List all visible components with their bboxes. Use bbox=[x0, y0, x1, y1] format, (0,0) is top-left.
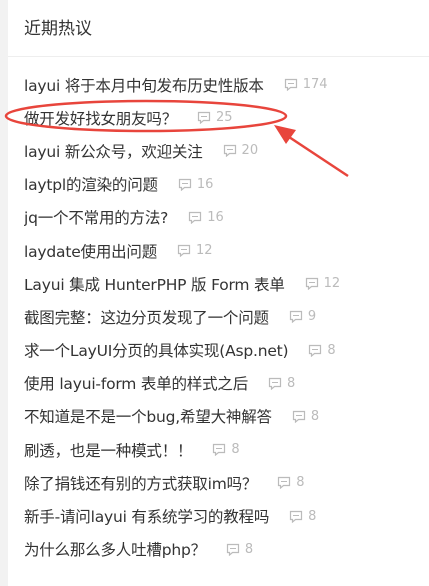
panel-title: 近期热议 bbox=[8, 0, 429, 57]
hot-topic-item: 新手-请问layui 有系统学习的教程吗 8 bbox=[24, 499, 424, 532]
hot-topic-title[interactable]: layui 将于本月中旬发布历史性版本 bbox=[24, 74, 264, 96]
hot-topic-item: 使用 layui-form 表单的样式之后 8 bbox=[24, 367, 424, 400]
comment-icon bbox=[289, 510, 308, 523]
comment-count-value: 8 bbox=[296, 475, 305, 491]
comment-icon bbox=[177, 244, 196, 258]
hot-topic-item: layui 新公众号，欢迎关注 20 bbox=[24, 134, 424, 167]
hot-topic-item: jq一个不常用的方法? 16 bbox=[24, 201, 424, 234]
hot-topic-title[interactable]: 截图完整：这边分页发现了一个问题 bbox=[24, 306, 269, 328]
comment-icon bbox=[223, 144, 242, 158]
comment-count-value: 8 bbox=[310, 408, 320, 424]
comment-count: 12 bbox=[305, 276, 341, 292]
hot-topic-item: 求一个LayUI分页的具体实现(Asp.net) 8 bbox=[24, 334, 424, 367]
comment-count: 8 bbox=[277, 475, 305, 491]
hot-topic-title[interactable]: 不知道是不是一个bug,希望大神解答 bbox=[24, 405, 272, 427]
hot-topic-title[interactable]: 刷透，也是一种模式！！ bbox=[24, 439, 192, 461]
comment-icon bbox=[277, 476, 296, 490]
comment-count-value: 8 bbox=[327, 342, 336, 358]
comment-count-value: 12 bbox=[196, 243, 213, 259]
comment-count: 20 bbox=[223, 143, 259, 159]
comment-count-value: 174 bbox=[302, 77, 328, 93]
comment-count: 8 bbox=[212, 442, 240, 458]
comment-count-value: 8 bbox=[231, 442, 240, 458]
comment-icon bbox=[305, 277, 324, 291]
comment-count-value: 12 bbox=[323, 276, 341, 292]
comment-count-value: 8 bbox=[287, 375, 296, 391]
comment-icon bbox=[284, 78, 303, 92]
comment-icon bbox=[268, 377, 287, 390]
comment-count: 16 bbox=[178, 176, 214, 192]
hot-topic-title[interactable]: laytpl的渲染的问题 bbox=[24, 173, 158, 195]
comment-count: 12 bbox=[177, 243, 213, 258]
comment-count-value: 25 bbox=[216, 110, 233, 126]
comment-icon bbox=[178, 178, 197, 191]
comment-icon bbox=[197, 111, 216, 125]
hot-topic-title[interactable]: 新手-请问layui 有系统学习的教程吗 bbox=[24, 505, 269, 527]
comment-count: 16 bbox=[188, 210, 224, 225]
hot-topic-title[interactable]: Layui 集成 HunterPHP 版 Form 表单 bbox=[24, 273, 285, 295]
hot-topic-title[interactable]: layui 新公众号，欢迎关注 bbox=[24, 140, 203, 162]
hot-topic-item: 做开发好找女朋友吗？ 25 bbox=[24, 101, 424, 134]
hot-topic-title[interactable]: 求一个LayUI分页的具体实现(Asp.net) bbox=[24, 339, 288, 361]
hot-topic-title[interactable]: 做开发好找女朋友吗？ bbox=[24, 107, 177, 129]
hot-topic-item: 除了捐钱还有别的方式获取im吗？ 8 bbox=[24, 466, 424, 499]
hot-topic-item: 截图完整：这边分页发现了一个问题 9 bbox=[24, 300, 424, 333]
hot-topic-title[interactable]: 使用 layui-form 表单的样式之后 bbox=[24, 372, 248, 394]
comment-count-value: 16 bbox=[196, 176, 214, 192]
hot-topic-title[interactable]: jq一个不常用的方法? bbox=[24, 206, 168, 228]
hot-topics-panel: 近期热议 layui 将于本月中旬发布历史性版本 174 做开发好找女朋友吗？ 25 l… bbox=[8, 0, 429, 586]
comment-count: 9 bbox=[289, 309, 316, 324]
hot-topic-title[interactable]: 除了捐钱还有别的方式获取im吗？ bbox=[24, 472, 257, 494]
comment-count-value: 20 bbox=[241, 143, 259, 159]
comment-icon bbox=[212, 443, 231, 457]
comment-count: 8 bbox=[292, 409, 319, 424]
comment-count: 8 bbox=[308, 342, 336, 358]
hot-topics-list: layui 将于本月中旬发布历史性版本 174 做开发好找女朋友吗？ 25 layui … bbox=[24, 68, 424, 566]
comment-count: 8 bbox=[226, 542, 253, 557]
hot-topic-title[interactable]: laydate使用出问题 bbox=[24, 240, 157, 262]
comment-count: 25 bbox=[197, 110, 233, 125]
comment-count-value: 8 bbox=[308, 508, 317, 524]
hot-topic-item: layui 将于本月中旬发布历史性版本 174 bbox=[24, 68, 424, 101]
comment-count-value: 9 bbox=[307, 309, 317, 325]
comment-count: 8 bbox=[289, 509, 316, 524]
hot-topic-item: 刷透，也是一种模式！！ 8 bbox=[24, 433, 424, 466]
hot-topic-item: 不知道是不是一个bug,希望大神解答 8 bbox=[24, 400, 424, 433]
comment-count: 8 bbox=[268, 376, 295, 391]
comment-icon bbox=[289, 310, 308, 324]
hot-topic-item: 为什么那么多人吐槽php？ 8 bbox=[24, 533, 424, 566]
comment-count: 174 bbox=[284, 77, 328, 92]
hot-topic-item: laytpl的渲染的问题 16 bbox=[24, 168, 424, 201]
comment-icon bbox=[292, 410, 311, 423]
comment-icon bbox=[226, 543, 245, 556]
comment-count-value: 16 bbox=[207, 209, 224, 225]
hot-topic-title[interactable]: 为什么那么多人吐槽php？ bbox=[24, 538, 206, 560]
hot-topic-item: Layui 集成 HunterPHP 版 Form 表单 12 bbox=[24, 267, 424, 300]
hot-topic-item: laydate使用出问题 12 bbox=[24, 234, 424, 267]
comment-icon bbox=[308, 344, 327, 357]
comment-icon bbox=[188, 211, 207, 224]
comment-count-value: 8 bbox=[244, 541, 254, 557]
